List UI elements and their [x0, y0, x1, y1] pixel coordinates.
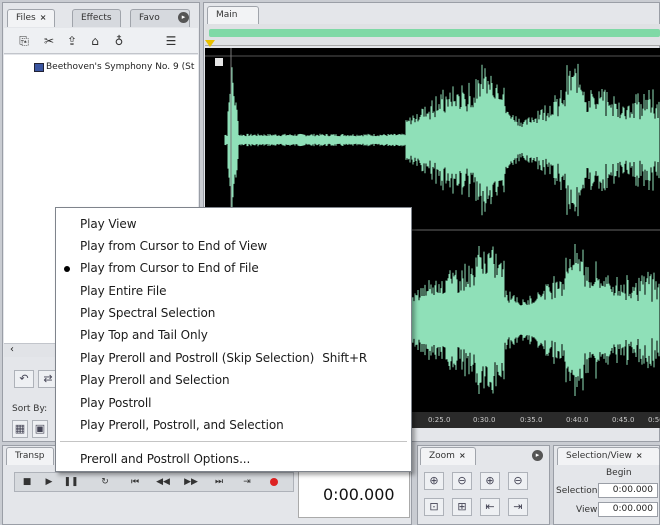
tab-selection-view-label: Selection/View: [566, 451, 632, 461]
menu-item-preroll-postroll-options[interactable]: Preroll and Postroll Options...: [80, 452, 250, 466]
close-icon[interactable]: ×: [636, 451, 643, 460]
menu-item-label: Play Preroll and Postroll (Skip Selectio…: [80, 351, 315, 365]
zoom-in-time-icon[interactable]: ⊕: [480, 472, 500, 490]
menu-item-label: Play View: [80, 217, 137, 231]
menu-item-shortcut: Shift+R: [322, 351, 368, 365]
menu-item-play-preroll-selection[interactable]: Play Preroll and Selection: [80, 373, 230, 387]
selection-begin-field[interactable]: 0:00.000: [598, 483, 658, 498]
ruler-tick-5: 0:45.0: [612, 416, 635, 424]
rewind-icon[interactable]: ◀◀: [154, 474, 172, 490]
time-display-value: 0:00.000: [323, 485, 395, 504]
file-item[interactable]: Beethoven's Symphony No. 9 (St: [34, 62, 199, 76]
menu-item-play-cursor-end-file[interactable]: Play from Cursor to End of File: [80, 261, 259, 275]
import-icon[interactable]: ⇪: [63, 33, 81, 49]
tab-transport[interactable]: Transp: [6, 447, 54, 465]
waveform-channel-left: [224, 63, 660, 217]
open-file-icon[interactable]: ⎘: [15, 33, 33, 49]
menu-item-play-cursor-end-view[interactable]: Play from Cursor to End of View: [80, 239, 267, 253]
tab-effects[interactable]: Effects: [72, 9, 121, 27]
close-icon[interactable]: ×: [459, 451, 466, 460]
go-to-start-icon[interactable]: ⏮: [126, 474, 144, 490]
tab-effects-label: Effects: [81, 13, 112, 23]
file-item-label: Beethoven's Symphony No. 9 (St: [46, 62, 195, 72]
menu-item-play-postroll[interactable]: Play Postroll: [80, 396, 151, 410]
tab-selection-view[interactable]: Selection/View ×: [557, 447, 660, 465]
tab-scroll-right-icon[interactable]: ▸: [178, 12, 189, 23]
view-begin-field[interactable]: 0:00.000: [598, 502, 658, 517]
insert-icon[interactable]: ⌂: [86, 33, 104, 49]
undo-icon[interactable]: ↶: [14, 370, 34, 388]
zoom-full-icon[interactable]: ⊡: [424, 498, 444, 516]
begin-header: Begin: [606, 468, 632, 478]
menu-item-label: Preroll and Postroll Options...: [80, 452, 251, 466]
zoom-out-amplitude-icon[interactable]: ⊖: [452, 472, 472, 490]
view-label: View: [576, 505, 598, 515]
zoom-right-edge-icon[interactable]: ⇥: [508, 498, 528, 516]
sort-by-label: Sort By:: [12, 404, 48, 414]
tab-zoom-label: Zoom: [429, 451, 455, 461]
ruler-tick-2: 0:30.0: [473, 416, 496, 424]
ruler-tick-4: 0:40.0: [566, 416, 589, 424]
scroll-left-icon[interactable]: ‹: [10, 344, 14, 355]
menu-item-label: Play Preroll and Selection: [80, 373, 230, 387]
clip-marker-icon: [215, 58, 223, 66]
zoom-selection-icon[interactable]: ⊞: [452, 498, 472, 516]
tab-main[interactable]: Main: [207, 6, 259, 24]
tab-files[interactable]: Files ×: [7, 9, 56, 27]
playhead-marker-icon[interactable]: [205, 40, 215, 47]
overview-bar[interactable]: [209, 29, 660, 37]
tab-scroll-right-icon[interactable]: ▸: [532, 450, 543, 461]
close-file-icon[interactable]: ✂: [40, 33, 58, 49]
close-icon[interactable]: ×: [40, 13, 47, 22]
play-options-menu: Play View Play from Cursor to End of Vie…: [55, 207, 412, 472]
tab-files-label: Files: [16, 13, 36, 23]
play-icon[interactable]: ▶: [40, 474, 58, 490]
selected-bullet-icon: [64, 266, 70, 272]
menu-item-label: Play Postroll: [80, 396, 152, 410]
selection-label: Selection: [556, 486, 598, 496]
menu-item-play-preroll-postroll-selection[interactable]: Play Preroll, Postroll, and Selection: [80, 418, 284, 432]
go-to-end-icon[interactable]: ⏭: [210, 474, 228, 490]
menu-item-play-entire-file[interactable]: Play Entire File: [80, 284, 167, 298]
ruler-tick-1: 0:25.0: [428, 416, 451, 424]
stop-icon[interactable]: ■: [18, 474, 36, 490]
ruler-tick-3: 0:35.0: [520, 416, 543, 424]
loop-play-icon[interactable]: ↻: [96, 474, 114, 490]
menu-item-play-view[interactable]: Play View: [80, 217, 137, 231]
sort-option-1[interactable]: ▦: [12, 420, 28, 438]
zoom-out-time-icon[interactable]: ⊖: [508, 472, 528, 490]
menu-separator: [60, 441, 407, 442]
pause-icon[interactable]: ❚❚: [62, 474, 80, 490]
tab-main-label: Main: [216, 10, 238, 20]
next-marker-icon[interactable]: ⇥: [238, 474, 256, 490]
menu-item-label: Play Preroll, Postroll, and Selection: [80, 418, 284, 432]
fast-forward-icon[interactable]: ▶▶: [182, 474, 200, 490]
sort-option-2[interactable]: ▣: [32, 420, 48, 438]
tab-favorites-label: Favo: [139, 13, 160, 23]
menu-item-label: Play from Cursor to End of View: [80, 239, 268, 253]
view-options-icon[interactable]: ☰: [162, 33, 180, 49]
tab-zoom[interactable]: Zoom ×: [420, 447, 476, 465]
menu-item-label: Play from Cursor to End of File: [80, 261, 259, 275]
audio-file-icon: [34, 63, 44, 72]
menu-item-label: Play Spectral Selection: [80, 306, 216, 320]
menu-item-play-top-tail[interactable]: Play Top and Tail Only: [80, 328, 208, 342]
time-display: 0:00.000: [298, 468, 410, 518]
menu-item-play-spectral-selection[interactable]: Play Spectral Selection: [80, 306, 215, 320]
ruler-tick-6: 0:50: [648, 416, 660, 424]
menu-item-label: Play Top and Tail Only: [80, 328, 208, 342]
record-icon[interactable]: [270, 478, 278, 486]
play-file-icon[interactable]: ♁: [110, 33, 128, 49]
zoom-left-edge-icon[interactable]: ⇤: [480, 498, 500, 516]
menu-item-label: Play Entire File: [80, 284, 167, 298]
tab-transport-label: Transp: [15, 451, 45, 461]
menu-item-play-preroll-postroll-skip[interactable]: Play Preroll and Postroll (Skip Selectio…: [80, 351, 367, 365]
zoom-in-amplitude-icon[interactable]: ⊕: [424, 472, 444, 490]
